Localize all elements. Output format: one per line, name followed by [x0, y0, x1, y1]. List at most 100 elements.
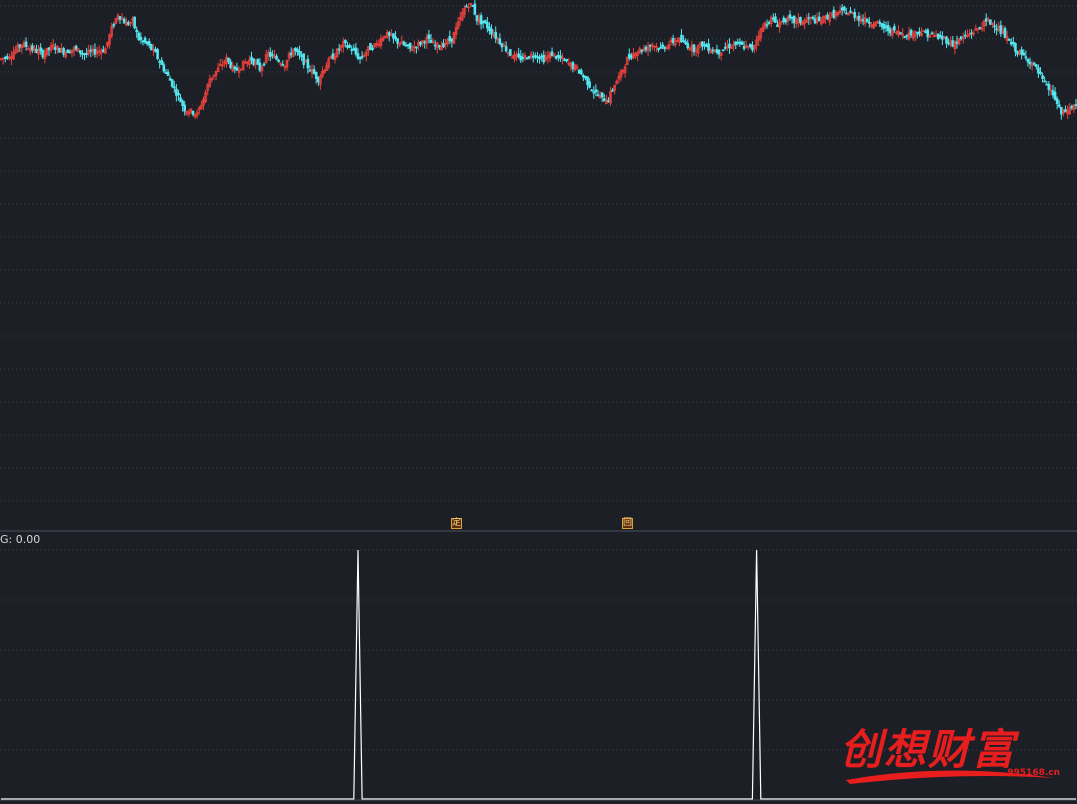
- candle: [179, 94, 182, 103]
- candle: [321, 66, 324, 79]
- candle: [1032, 61, 1036, 67]
- candle: [54, 43, 57, 54]
- candle: [947, 38, 950, 46]
- candle: [634, 51, 637, 60]
- candle: [62, 46, 65, 58]
- candle: [260, 64, 264, 77]
- candle: [734, 41, 738, 50]
- candle: [256, 58, 260, 66]
- marker-ding[interactable]: 定: [451, 518, 462, 529]
- candle: [229, 58, 232, 70]
- candle: [707, 38, 710, 54]
- candle: [680, 29, 683, 43]
- candle: [442, 39, 445, 49]
- candle: [868, 16, 871, 28]
- candle: [590, 89, 594, 92]
- candle: [993, 20, 996, 33]
- candle: [147, 38, 151, 49]
- candle: [329, 55, 333, 59]
- candle: [1028, 57, 1032, 70]
- candle: [909, 28, 913, 38]
- candle: [845, 7, 848, 15]
- candle: [483, 19, 487, 24]
- candle: [609, 86, 612, 106]
- candle: [498, 33, 502, 46]
- candle: [413, 40, 416, 54]
- candle: [817, 11, 821, 22]
- candle: [686, 39, 690, 50]
- grid-layer: [0, 5, 1077, 751]
- candle: [371, 44, 374, 52]
- candle: [281, 60, 285, 67]
- candle: [421, 39, 424, 47]
- candle: [266, 49, 270, 61]
- candle: [129, 20, 132, 28]
- candle: [984, 13, 988, 27]
- candle: [289, 47, 293, 59]
- candle: [669, 36, 673, 46]
- candle: [600, 92, 604, 103]
- candle: [398, 42, 402, 47]
- candle: [527, 55, 531, 60]
- candle: [79, 50, 82, 57]
- candle: [246, 61, 249, 67]
- candle: [742, 41, 746, 51]
- candle: [815, 12, 819, 25]
- candle: [33, 45, 36, 54]
- candle: [744, 40, 748, 49]
- candle: [352, 44, 356, 51]
- candle: [932, 31, 936, 38]
- candle: [855, 15, 859, 21]
- candle: [778, 18, 781, 33]
- candle: [16, 42, 20, 54]
- candle: [650, 42, 654, 50]
- candle: [212, 74, 216, 80]
- watermark-logo: 创想财富 995168.cn: [836, 712, 1066, 792]
- candle: [824, 14, 827, 24]
- candle: [899, 32, 902, 35]
- candle: [467, 3, 470, 13]
- candle: [980, 22, 984, 32]
- candle: [573, 64, 577, 72]
- candle: [76, 48, 80, 53]
- candle: [1041, 72, 1044, 83]
- candle: [235, 62, 239, 71]
- candle: [989, 19, 992, 26]
- stock-chart[interactable]: [0, 0, 1077, 804]
- candle: [425, 33, 429, 50]
- candle: [611, 87, 614, 93]
- candle: [607, 97, 610, 103]
- candle: [28, 44, 32, 56]
- candle: [64, 50, 68, 59]
- marker-hui[interactable]: 回: [622, 518, 633, 529]
- candle: [1047, 81, 1051, 96]
- candle: [360, 51, 364, 60]
- candle: [494, 26, 498, 44]
- candle: [248, 55, 251, 69]
- candle: [438, 44, 441, 51]
- candle: [928, 34, 932, 38]
- candle: [210, 77, 214, 83]
- candle: [237, 66, 241, 78]
- candle: [302, 53, 305, 69]
- candle: [726, 40, 729, 52]
- candle: [323, 69, 326, 74]
- candle: [114, 18, 118, 25]
- candle: [995, 23, 998, 36]
- candle: [97, 45, 101, 57]
- candle: [594, 84, 598, 97]
- candle: [339, 44, 343, 53]
- candle: [774, 13, 777, 24]
- candle: [488, 22, 491, 35]
- candle: [1005, 30, 1009, 44]
- candle: [12, 46, 15, 61]
- candle: [559, 50, 562, 62]
- candle: [623, 64, 627, 78]
- candle: [703, 41, 706, 50]
- candle: [1043, 76, 1046, 83]
- candle: [694, 47, 698, 57]
- candle: [106, 41, 109, 49]
- candle: [673, 37, 677, 48]
- candle: [241, 60, 245, 71]
- watermark-text: 创想财富: [840, 725, 1017, 774]
